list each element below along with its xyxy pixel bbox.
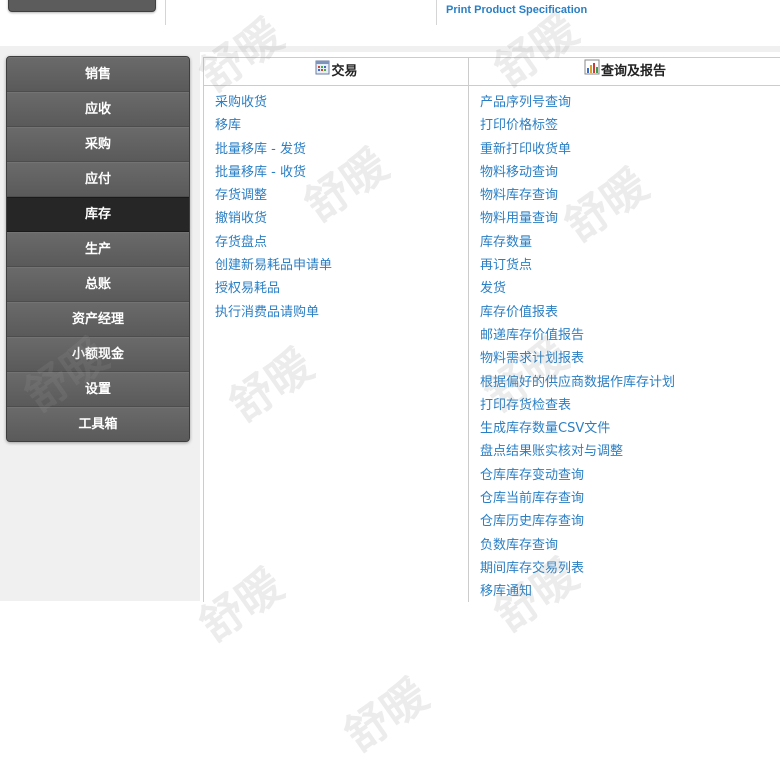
transactions-icon [315,58,330,85]
report-link[interactable]: 库存价值报表 [480,301,780,324]
report-link[interactable]: 物料需求计划报表 [480,347,780,370]
report-link[interactable]: 负数库存查询 [480,534,780,557]
menu-item[interactable]: 设置 [7,372,189,407]
report-link[interactable]: 邮递库存价值报告 [480,324,780,347]
report-link[interactable]: 根据偏好的供应商数据作库存计划 [480,371,780,394]
transaction-link[interactable]: 存货调整 [215,184,469,207]
top-strip: Print Product Specification [0,0,780,26]
report-link[interactable]: 期间库存交易列表 [480,557,780,580]
transaction-link[interactable]: 批量移库 - 发货 [215,138,469,161]
menu-item[interactable]: 工具箱 [7,407,189,441]
transaction-link[interactable]: 创建新易耗品申请单 [215,254,469,277]
report-link[interactable]: 打印存货检查表 [480,394,780,417]
report-link[interactable]: 生成库存数量CSV文件 [480,417,780,440]
top-menu-button[interactable] [8,0,156,12]
report-link[interactable]: 仓库当前库存查询 [480,487,780,510]
transaction-link[interactable]: 撤销收货 [215,207,469,230]
menu-item[interactable]: 生产 [7,232,189,267]
transaction-link[interactable]: 授权易耗品 [215,277,469,300]
transactions-column: 交易 采购收货 移库 批量移库 - 发货 批量移库 - 收货 存货调整 撤销收货 存货盘点创… [203,57,469,602]
menu-item[interactable]: 库存 [7,197,189,232]
report-link[interactable]: 产品序列号查询 [480,91,780,114]
report-link[interactable]: 物料用量查询 [480,207,780,230]
reports-column: 查询及报告 产品序列号查询 打印价格标签 重新打印收货单 物料移动查询 物料库存查询 物料… [468,57,780,602]
reports-header: 查询及报告 [469,58,780,86]
reports-chart-icon [584,58,600,85]
transaction-link[interactable]: 执行消费品请购单 [215,301,469,324]
report-link[interactable]: 库存数量 [480,231,780,254]
report-link[interactable]: 打印价格标签 [480,114,780,137]
transactions-links: 采购收货 移库 批量移库 - 发货 批量移库 - 收货 存货调整 撤销收货 存货盘点 创建新易… [204,86,469,324]
menu-item[interactable]: 总账 [7,267,189,302]
report-link[interactable]: 仓库历史库存查询 [480,510,780,533]
report-link[interactable]: 发货 [480,277,780,300]
transaction-link[interactable]: 批量移库 - 收货 [215,161,469,184]
transaction-link[interactable]: 存货盘点 [215,231,469,254]
module-menu: 销售 应收 采购 应付 库存 生产 总账 资产经理 小额现金 设置 工具箱 [6,56,190,442]
top-divider [165,0,166,25]
menu-item[interactable]: 资产经理 [7,302,189,337]
report-link[interactable]: 再订货点 [480,254,780,277]
menu-item[interactable]: 采购 [7,127,189,162]
transactions-title: 交易 [331,64,358,79]
transactions-header: 交易 [204,58,469,86]
report-link[interactable]: 物料移动查询 [480,161,780,184]
reports-title: 查询及报告 [600,64,666,79]
report-link[interactable]: 物料库存查询 [480,184,780,207]
report-link[interactable]: 重新打印收货单 [480,138,780,161]
reports-links: 产品序列号查询 打印价格标签 重新打印收货单 物料移动查询 物料库存查询 物料用量查询 库存… [469,86,780,604]
report-link[interactable]: 仓库库存变动查询 [480,464,780,487]
menu-item[interactable]: 应付 [7,162,189,197]
print-product-specification-link[interactable]: Print Product Specification [446,4,587,16]
menu-item[interactable]: 销售 [7,57,189,92]
transaction-link[interactable]: 移库 [215,114,469,137]
menu-item[interactable]: 应收 [7,92,189,127]
top-divider [436,0,437,25]
watermark-text: 舒暖 [335,669,438,762]
transaction-link[interactable]: 采购收货 [215,91,469,114]
menu-item[interactable]: 小额现金 [7,337,189,372]
report-link[interactable]: 移库通知 [480,580,780,603]
report-link[interactable]: 盘点结果账实核对与调整 [480,440,780,463]
